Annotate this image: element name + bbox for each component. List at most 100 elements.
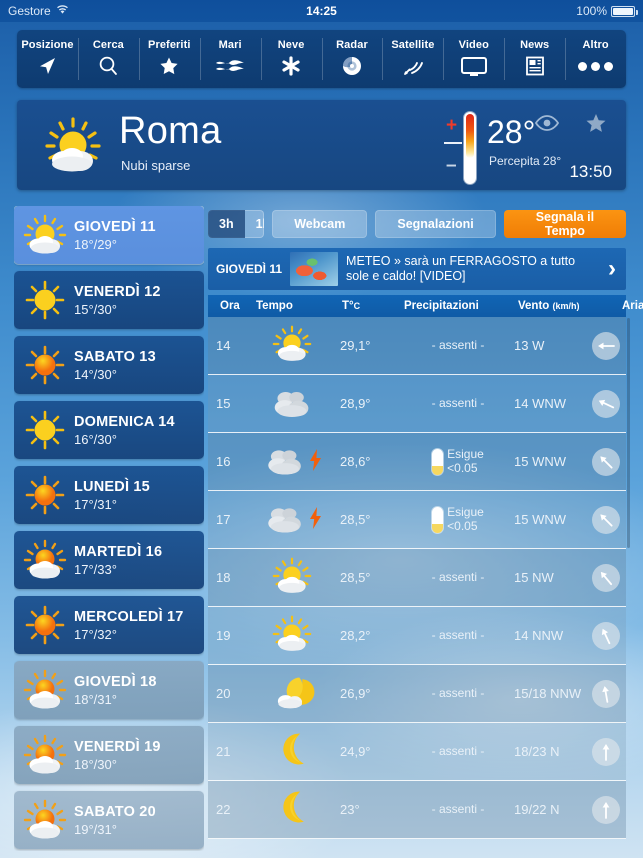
thermometer-tube [464, 112, 476, 184]
lightning-bolt-icon [309, 506, 322, 533]
cell-ora: 16 [216, 454, 231, 469]
nav-item-mari[interactable]: Mari [199, 30, 261, 88]
day-item-1[interactable]: VENERDÌ 12 15°/30° [14, 271, 204, 329]
precipitation-label: Esigue <0.05 [447, 505, 484, 533]
cloud-icon [269, 382, 315, 425]
day-item-4[interactable]: LUNEDÌ 15 17°/31° [14, 466, 204, 524]
cell-wind: 13 W [514, 338, 545, 353]
cell-precipitation: - assenti - [402, 395, 514, 411]
day-item-text: MARTEDÌ 16 17°/33° [74, 544, 162, 577]
wind-direction-icon [592, 737, 620, 766]
minus-sign: – [446, 155, 457, 176]
nav-item-news[interactable]: News [504, 30, 565, 88]
cell-temperature: 28,9° [340, 396, 371, 411]
wind-direction-icon [592, 331, 620, 360]
day-item-8[interactable]: VENERDÌ 19 18°/30° [14, 726, 204, 784]
day-item-7[interactable]: GIOVEDÌ 18 18°/31° [14, 661, 204, 719]
day-temps: 19°/31° [74, 821, 117, 837]
table-row[interactable]: 17 28,5° Esigue <0.05 15 WNW [208, 491, 626, 549]
day-item-3[interactable]: DOMENICA 14 16°/30° [14, 401, 204, 459]
chevron-right-icon[interactable]: › [608, 254, 616, 284]
sun-behind-cloud-icon [269, 614, 315, 657]
nav-item-altro[interactable]: Altro [565, 30, 626, 88]
day-temps: 17°/32° [74, 626, 117, 642]
interval-segmented-control[interactable]: 3h 1h [208, 210, 265, 238]
cell-tempo [244, 730, 340, 773]
nav-label: Cerca [92, 39, 124, 51]
day-name: DOMENICA 14 [74, 413, 175, 430]
main-toolbar: Posizione Cerca Preferiti Mari Neve Rada… [17, 30, 626, 88]
cell-temperature: 29,1° [340, 338, 371, 353]
wind-direction-icon [592, 563, 620, 592]
lightning-bolt-icon [309, 448, 322, 475]
nav-label: Video [458, 39, 489, 51]
table-row[interactable]: 16 28,6° Esigue <0.05 15 WNW [208, 433, 626, 491]
cell-wind: 15 NW [514, 570, 554, 585]
news-banner[interactable]: GIOVEDÌ 11 METEO » sarà un FERRAGOSTO a … [208, 248, 626, 290]
cell-tempo [244, 672, 340, 715]
cell-air [592, 737, 626, 766]
day-item-text: LUNEDÌ 15 17°/31° [74, 479, 150, 512]
table-row[interactable]: 19 28,2° - assenti - 14 NNW 0 [208, 607, 626, 665]
wind-direction-icon [592, 505, 620, 534]
cell-wind: 19/22 N [514, 802, 560, 817]
day-item-text: DOMENICA 14 16°/30° [74, 414, 175, 447]
cell-air [592, 795, 626, 824]
city-header-card[interactable]: Roma Nubi sparse + – 28° Percepita 28° 1… [17, 100, 626, 190]
nav-item-video[interactable]: Video [443, 30, 504, 88]
interval-3h-button[interactable]: 3h [208, 210, 245, 238]
cell-ora: 17 [216, 512, 231, 527]
segnalazioni-button[interactable]: Segnalazioni [375, 210, 496, 238]
interval-1h-button[interactable]: 1h [245, 210, 265, 238]
table-row[interactable]: 20 26,9° - assenti - 15/18 NNW 0 [208, 665, 626, 723]
nav-label: Preferiti [148, 39, 191, 51]
daily-forecast-list[interactable]: GIOVEDÌ 11 18°/29° VENERDÌ 12 15°/30° SA… [14, 206, 204, 851]
eye-icon[interactable] [534, 114, 560, 137]
cell-air [592, 331, 626, 360]
webcam-button[interactable]: Webcam [272, 210, 368, 238]
cell-air [592, 679, 626, 708]
search-icon [96, 54, 120, 78]
table-row[interactable]: 14 29,1° - assenti - 13 W 3 [208, 317, 626, 375]
day-item-9[interactable]: SABATO 20 19°/31° [14, 791, 204, 849]
table-row[interactable]: 22 23° - assenti - 19/22 N 0 [208, 781, 626, 839]
favorite-star-icon[interactable] [584, 112, 608, 140]
day-name: GIOVEDÌ 11 [74, 218, 156, 235]
day-item-0[interactable]: GIOVEDÌ 11 18°/29° [14, 206, 204, 264]
feels-like-temperature: Percepita 28° [489, 154, 562, 168]
nav-item-neve[interactable]: Neve [260, 30, 322, 88]
hourly-forecast-panel: 3h 1h Webcam Segnalazioni Segnala il Tem… [208, 206, 643, 852]
news-banner-headline: METEO » sarà un FERRAGOSTO a tutto sole … [346, 254, 576, 283]
day-item-5[interactable]: MARTEDÌ 16 17°/33° [14, 531, 204, 589]
day-name: GIOVEDÌ 18 [74, 673, 157, 690]
nav-label: Posizione [21, 39, 74, 51]
table-body[interactable]: 14 29,1° - assenti - 13 W 3 [208, 317, 626, 851]
day-item-6[interactable]: MERCOLEDÌ 17 17°/32° [14, 596, 204, 654]
cell-tempo [244, 614, 340, 657]
wind-direction-icon [592, 389, 620, 418]
weather-app-screen: Gestore 14:25 100% Posizione Cerca Prefe… [0, 0, 643, 858]
day-temps: 14°/30° [74, 366, 117, 382]
nav-item-preferiti[interactable]: Preferiti [138, 30, 200, 88]
nav-item-cerca[interactable]: Cerca [77, 30, 139, 88]
sun-icon [20, 278, 70, 322]
nav-item-radar[interactable]: Radar [321, 30, 383, 88]
day-item-2[interactable]: SABATO 13 14°/30° [14, 336, 204, 394]
cell-precipitation: - assenti - [402, 686, 514, 701]
monitor-icon [460, 54, 488, 78]
table-row[interactable]: 21 24,9° - assenti - 18/23 N 0 [208, 723, 626, 781]
nav-item-satellite[interactable]: Satellite [382, 30, 443, 88]
precipitation-label: - assenti - [431, 395, 485, 410]
cell-tempo [244, 498, 340, 541]
star-icon [157, 54, 181, 78]
nav-item-posizione[interactable]: Posizione [17, 30, 78, 88]
nav-label: Mari [218, 39, 242, 51]
precipitation-level: Esigue [447, 505, 484, 519]
cell-temperature: 23° [340, 802, 360, 817]
table-row[interactable]: 15 28,9° - assenti - 14 WNW 2 [208, 375, 626, 433]
segnala-il-tempo-button[interactable]: Segnala il Tempo [503, 210, 626, 238]
vertical-scrollbar[interactable] [627, 318, 630, 548]
table-row[interactable]: 18 28,5° - assenti - 15 NW 1 [208, 549, 626, 607]
column-header-tempo: Tempo [256, 300, 293, 312]
status-bar-right: 100% [576, 4, 638, 18]
